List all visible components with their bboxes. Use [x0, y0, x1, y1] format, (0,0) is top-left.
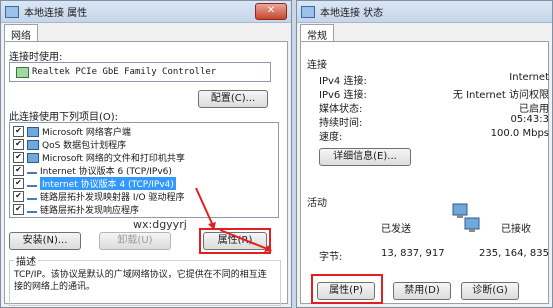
arrow-line	[219, 229, 271, 251]
annotation-arrows	[195, 187, 272, 252]
arrow-line	[195, 187, 215, 229]
arrow-head	[208, 222, 216, 230]
